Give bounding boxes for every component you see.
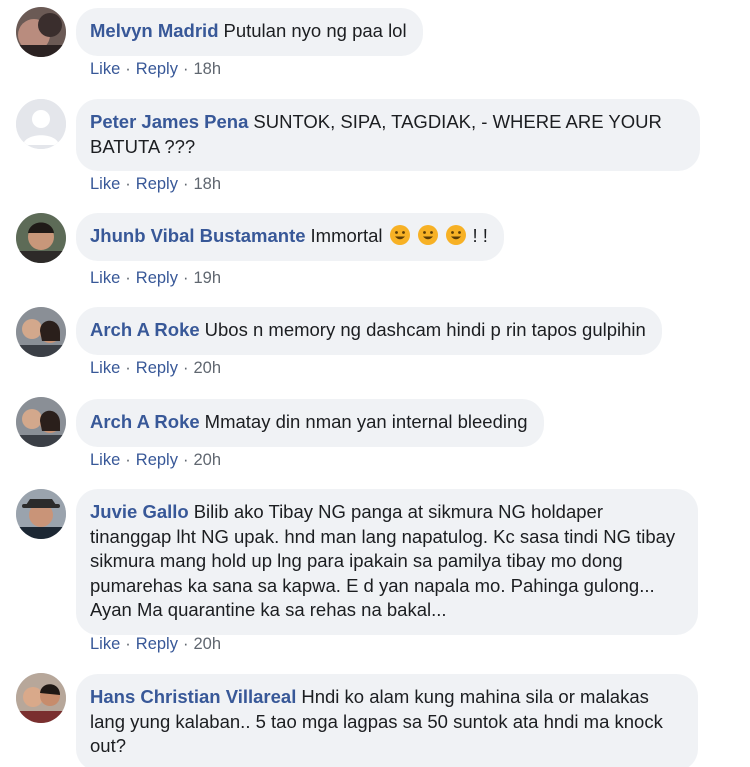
profile-photo-icon [16, 307, 66, 357]
separator-dot: · [182, 60, 189, 78]
comment-actions: Like · Reply · 19h [90, 268, 221, 288]
comment-author[interactable]: Arch A Roke [90, 319, 200, 340]
profile-photo-icon [16, 397, 66, 447]
comment-bubble: Peter James Pena SUNTOK, SIPA, TAGDIAK, -… [76, 99, 700, 171]
comment-author[interactable]: Jhunb Vibal Bustamante [90, 225, 306, 246]
profile-photo-icon [16, 673, 66, 723]
like-link[interactable]: Like [90, 635, 120, 653]
smiley-emoji-icon [445, 224, 467, 246]
comment-timestamp[interactable]: 20h [193, 451, 221, 469]
comment-text: Putulan nyo ng paa lol [223, 20, 407, 41]
comment-bubble: Jhunb Vibal Bustamante Immortal ! ! [76, 213, 504, 261]
like-link[interactable]: Like [90, 60, 120, 78]
reply-link[interactable]: Reply [136, 269, 178, 287]
separator-dot: · [125, 451, 131, 469]
comment-bubble: Arch A Roke Ubos n memory ng dashcam hind… [76, 307, 662, 355]
reply-link[interactable]: Reply [136, 175, 178, 193]
comment-text: Ubos n memory ng dashcam hindi p rin tap… [204, 319, 646, 340]
avatar[interactable] [16, 7, 66, 57]
avatar[interactable] [16, 307, 66, 357]
profile-photo-icon [16, 7, 66, 57]
comment-author[interactable]: Juvie Gallo [90, 501, 189, 522]
comment-text: Immortal [310, 225, 383, 246]
avatar[interactable] [16, 213, 66, 263]
avatar[interactable] [16, 673, 66, 723]
comment-text: Mmatay din nman yan internal bleeding [204, 411, 528, 432]
separator-dot: · [125, 269, 131, 287]
separator-dot: · [125, 359, 131, 377]
separator-dot: · [182, 359, 189, 377]
reply-link[interactable]: Reply [136, 635, 178, 653]
separator-dot: · [182, 451, 189, 469]
like-link[interactable]: Like [90, 359, 120, 377]
comment-bubble: Hans Christian Villareal Hndi ko alam kun… [76, 674, 698, 767]
reply-link[interactable]: Reply [136, 359, 178, 377]
comment-text-suffix: ! ! [472, 225, 488, 246]
profile-photo-icon [16, 213, 66, 263]
separator-dot: · [182, 175, 189, 193]
comment-timestamp[interactable]: 18h [193, 175, 221, 193]
avatar[interactable] [16, 489, 66, 539]
default-profile-silhouette-icon [16, 99, 66, 149]
smiley-emoji-icon [417, 224, 439, 246]
like-link[interactable]: Like [90, 269, 120, 287]
separator-dot: · [182, 635, 189, 653]
like-link[interactable]: Like [90, 175, 120, 193]
separator-dot: · [125, 635, 131, 653]
comment-timestamp[interactable]: 18h [193, 60, 221, 78]
comment-actions: Like · Reply · 20h [90, 450, 221, 470]
like-link[interactable]: Like [90, 451, 120, 469]
reply-link[interactable]: Reply [136, 60, 178, 78]
comment-bubble: Arch A Roke Mmatay din nman yan internal … [76, 399, 544, 447]
separator-dot: · [125, 60, 131, 78]
comment-author[interactable]: Hans Christian Villareal [90, 686, 296, 707]
comment-bubble: Juvie Gallo Bilib ako Tibay NG panga at s… [76, 489, 698, 635]
comment-author[interactable]: Peter James Pena [90, 111, 248, 132]
comment-bubble: Melvyn Madrid Putulan nyo ng paa lol [76, 8, 423, 56]
comment-timestamp[interactable]: 19h [193, 269, 221, 287]
reply-link[interactable]: Reply [136, 451, 178, 469]
avatar[interactable] [16, 99, 66, 149]
separator-dot: · [125, 175, 131, 193]
avatar[interactable] [16, 397, 66, 447]
comment-actions: Like · Reply · 20h [90, 634, 221, 654]
comment-actions: Like · Reply · 20h [90, 358, 221, 378]
separator-dot: · [182, 269, 189, 287]
comment-actions: Like · Reply · 18h [90, 174, 221, 194]
comment-timestamp[interactable]: 20h [193, 359, 221, 377]
comment-author[interactable]: Melvyn Madrid [90, 20, 219, 41]
comment-author[interactable]: Arch A Roke [90, 411, 200, 432]
profile-photo-icon [16, 489, 66, 539]
smiley-emoji-icon [389, 224, 411, 246]
comment-actions: Like · Reply · 18h [90, 59, 221, 79]
comment-timestamp[interactable]: 20h [193, 635, 221, 653]
